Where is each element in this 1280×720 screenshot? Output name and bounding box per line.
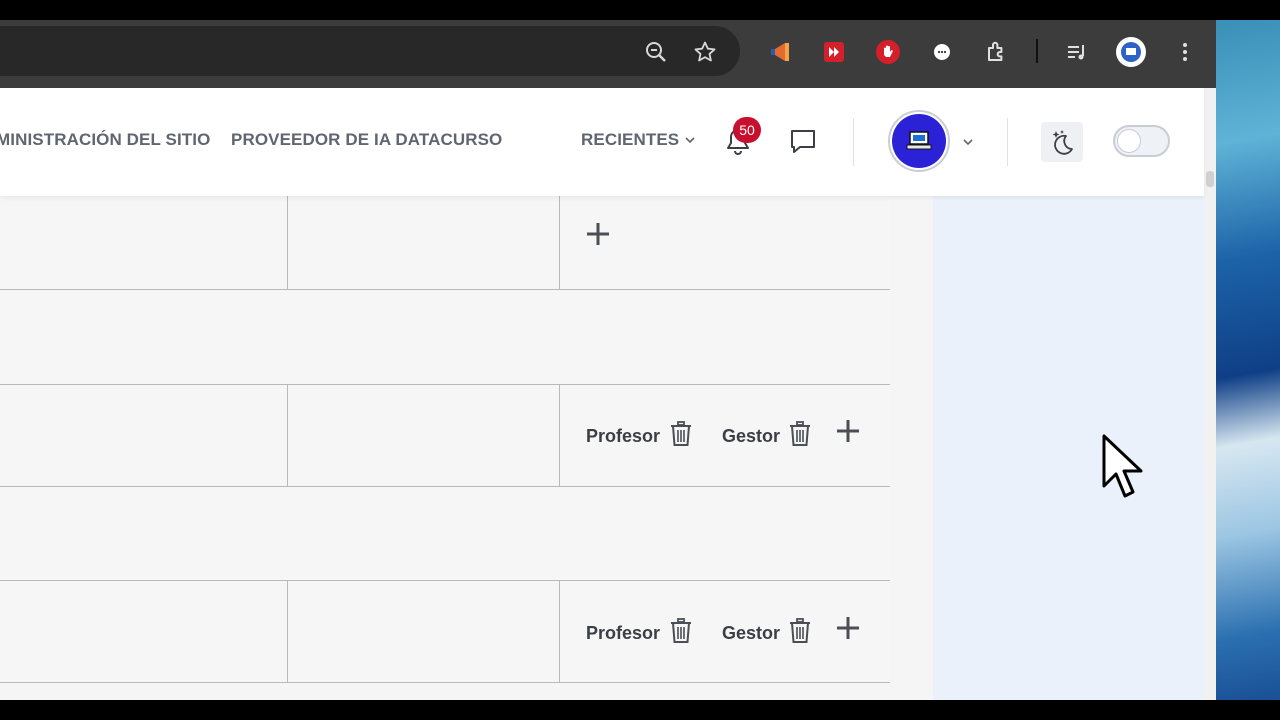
table-row-group [0,487,890,581]
chevron-down-icon [685,137,695,144]
web-page: MINISTRACIÓN DEL SITIO PROVEEDOR DE IA D… [0,88,1216,700]
trash-icon[interactable] [668,616,694,646]
profile-icon[interactable] [1115,36,1147,68]
trash-icon[interactable] [787,616,813,646]
scrollbar-thumb[interactable] [1206,171,1214,187]
site-navbar: MINISTRACIÓN DEL SITIO PROVEEDOR DE IA D… [0,88,1204,196]
puzzle-extensions-icon[interactable] [981,36,1013,68]
trash-icon[interactable] [787,419,813,449]
screen: MINISTRACIÓN DEL SITIO PROVEEDOR DE IA D… [0,0,1280,720]
table-cell-roles [559,196,890,289]
table-row-group [0,290,890,385]
chat-extension-icon[interactable] [926,36,958,68]
table-cell [287,196,559,289]
desktop-wallpaper [1216,20,1280,700]
nav-link-site-admin[interactable]: MINISTRACIÓN DEL SITIO [0,130,210,150]
table-cell [287,385,559,486]
recent-label: RECIENTES [581,130,680,149]
recent-dropdown[interactable]: RECIENTES [581,130,696,150]
letterbox-bar [0,700,1280,720]
role-profesor: Profesor [586,623,661,643]
page-scrollbar[interactable] [1204,88,1216,700]
right-drawer [933,196,1204,700]
mouse-cursor-icon [1102,434,1143,498]
table-row: Profesor Gestor [0,385,890,487]
role-profesor: Profesor [586,426,661,446]
trash-icon[interactable] [668,419,694,449]
table-cell-roles: Profesor Gestor [559,581,890,682]
plus-icon[interactable] [582,218,614,250]
user-avatar[interactable] [888,110,950,172]
theme-moon-icon[interactable] [1041,122,1083,162]
plus-icon[interactable] [832,612,864,644]
navbar-divider [853,118,854,166]
zoom-icon[interactable] [640,36,672,68]
table-cell-roles: Profesor Gestor [559,385,890,486]
role-gestor: Gestor [722,426,781,446]
hand-extension-icon[interactable] [872,36,904,68]
notification-count-badge: 50 [733,117,761,143]
user-menu-chevron-icon[interactable] [960,135,976,149]
dark-mode-toggle[interactable] [1113,125,1170,157]
navbar-divider [1007,118,1008,166]
media-queue-icon[interactable] [1061,36,1093,68]
toggle-knob [1117,129,1141,153]
address-bar[interactable] [0,26,740,76]
avatar-image [892,114,946,168]
star-icon[interactable] [689,36,721,68]
nav-link-ai-provider[interactable]: PROVEEDOR DE IA DATACURSO [231,130,502,150]
message-icon[interactable] [786,124,820,158]
role-gestor: Gestor [722,623,781,643]
table-cell [287,581,559,682]
toolbar-separator [1036,39,1038,63]
kebab-menu-icon[interactable] [1169,36,1201,68]
table-row: Profesor Gestor [0,581,890,683]
table-row [0,196,890,290]
megaphone-extension-icon[interactable] [764,36,796,68]
plus-icon[interactable] [832,415,864,447]
video-extension-icon[interactable] [818,36,850,68]
browser-toolbar [0,20,1216,88]
